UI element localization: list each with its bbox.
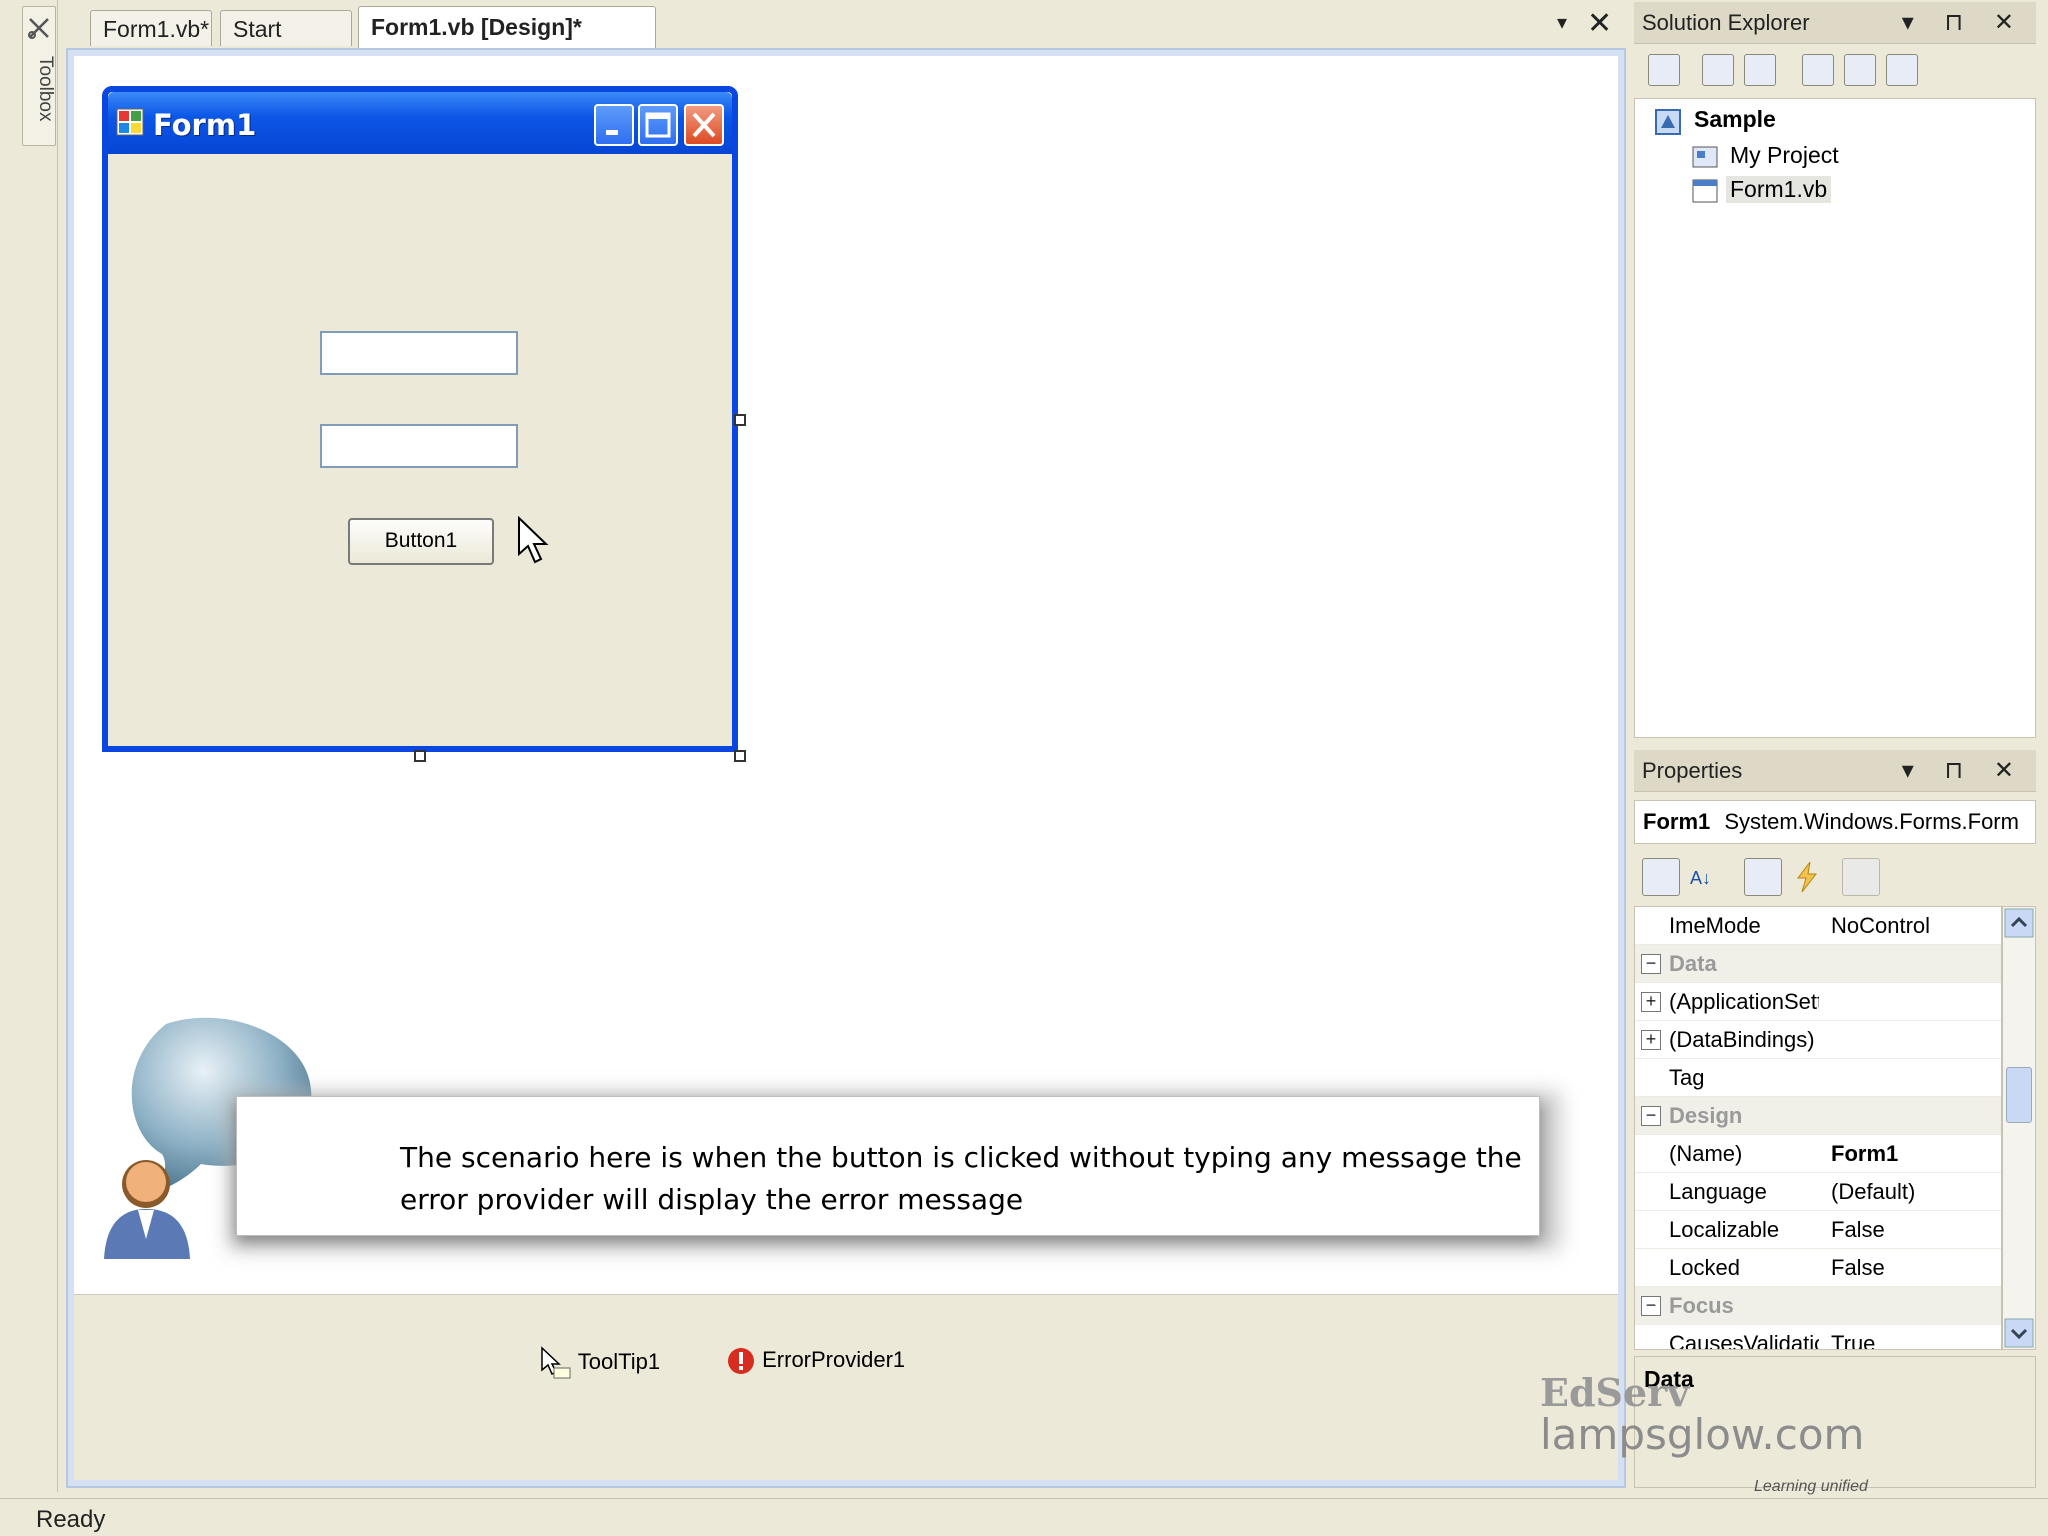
my-project-icon bbox=[1692, 146, 1718, 168]
minimize-icon bbox=[606, 130, 618, 135]
close-icon bbox=[692, 112, 716, 138]
status-bar bbox=[0, 1498, 2048, 1536]
tray-errorprovider1[interactable]: ErrorProvider1 bbox=[726, 1346, 905, 1376]
properties-object-type: System.Windows.Forms.Form bbox=[1724, 809, 2019, 834]
properties-title: Properties bbox=[1642, 758, 1743, 783]
resize-handle-corner[interactable] bbox=[734, 750, 746, 762]
property-grid-scrollbar[interactable] bbox=[2002, 906, 2036, 1350]
tab-close-icon[interactable]: ✕ bbox=[1587, 6, 1612, 41]
collapse-icon[interactable]: − bbox=[1641, 954, 1661, 974]
prop-category-design[interactable]: − Design bbox=[1635, 1097, 2001, 1135]
solution-explorer-header[interactable]: Solution Explorer ▾ ⊓ ✕ bbox=[1634, 2, 2036, 44]
prop-category-data[interactable]: − Data bbox=[1635, 945, 2001, 983]
prop-row-imemode[interactable]: ImeMode NoControl bbox=[1635, 907, 2001, 945]
properties-object-name: Form1 bbox=[1643, 809, 1711, 834]
collapse-icon[interactable]: − bbox=[1641, 1296, 1661, 1316]
maximize-button[interactable] bbox=[638, 104, 678, 146]
prop-category-focus[interactable]: − Focus bbox=[1635, 1287, 2001, 1325]
expand-icon[interactable]: + bbox=[1641, 992, 1661, 1012]
svg-text:A↓: A↓ bbox=[1690, 868, 1711, 888]
watermark-edserv: EdServ bbox=[1540, 1370, 1690, 1415]
tooltip1-label: ToolTip1 bbox=[577, 1348, 661, 1374]
properties-header[interactable]: Properties ▾ ⊓ ✕ bbox=[1634, 750, 2036, 792]
maximize-icon bbox=[645, 112, 671, 138]
form-file-icon bbox=[1692, 179, 1718, 203]
errorprovider1-label: ErrorProvider1 bbox=[762, 1346, 906, 1372]
refresh-icon[interactable] bbox=[1744, 54, 1776, 86]
toolbox-icon bbox=[28, 18, 49, 39]
prop-row-causesvalidation[interactable]: CausesValidation True bbox=[1635, 1325, 2001, 1349]
tree-item-sample[interactable]: Sample bbox=[1694, 106, 1776, 133]
properties-window-buttons[interactable]: ▾ ⊓ ✕ bbox=[1902, 750, 2026, 792]
properties-view-icon[interactable] bbox=[1744, 858, 1782, 896]
textbox-2[interactable] bbox=[320, 424, 518, 468]
solution-icon bbox=[1655, 109, 1681, 135]
solution-explorer-title: Solution Explorer bbox=[1642, 10, 1810, 35]
resize-handle-bottom[interactable] bbox=[414, 750, 426, 762]
property-grid: ImeMode NoControl − Data + (ApplicationS… bbox=[1634, 906, 2002, 1350]
tab-dropdown-icon[interactable]: ▾ bbox=[1557, 10, 1567, 35]
prop-row-applicationsettings[interactable]: + (ApplicationSetti bbox=[1635, 983, 2001, 1021]
watermark-lampsglow: lampsglow.com bbox=[1540, 1410, 1865, 1459]
scroll-up-icon[interactable] bbox=[2003, 907, 2035, 939]
watermark-tagline: Learning unified bbox=[1754, 1478, 1868, 1495]
prop-row-locked[interactable]: Locked False bbox=[1635, 1249, 2001, 1287]
resize-handle-right[interactable] bbox=[734, 414, 746, 426]
categorized-icon[interactable] bbox=[1642, 858, 1680, 896]
prop-row-tag[interactable]: Tag bbox=[1635, 1059, 2001, 1097]
form-icon bbox=[116, 108, 144, 136]
tab-start-page[interactable]: Start Page bbox=[220, 10, 352, 78]
solution-explorer-toolbar bbox=[1634, 44, 2036, 98]
tab-form1-code[interactable]: Form1.vb* bbox=[90, 10, 212, 46]
error-icon bbox=[728, 1348, 754, 1374]
properties-icon[interactable] bbox=[1648, 54, 1680, 86]
tree-item-form1[interactable]: Form1.vb bbox=[1726, 176, 1832, 203]
properties-object-selector[interactable]: Form1 System.Windows.Forms.Form bbox=[1634, 800, 2036, 844]
prop-row-localizable[interactable]: Localizable False bbox=[1635, 1211, 2001, 1249]
tooltip-icon bbox=[541, 1346, 571, 1379]
scroll-thumb[interactable] bbox=[2006, 1067, 2032, 1123]
scroll-down-icon[interactable] bbox=[2003, 1317, 2035, 1349]
callout-text: The scenario here is when the button is … bbox=[400, 1141, 1522, 1216]
solution-explorer-window-buttons[interactable]: ▾ ⊓ ✕ bbox=[1902, 2, 2026, 44]
collapse-icon[interactable]: − bbox=[1641, 1106, 1661, 1126]
events-icon[interactable] bbox=[1788, 858, 1826, 896]
prop-row-name[interactable]: (Name) Form1 bbox=[1635, 1135, 2001, 1173]
tray-tooltip1[interactable]: ToolTip1 bbox=[538, 1346, 660, 1380]
status-text: Ready bbox=[36, 1506, 106, 1533]
show-all-files-icon[interactable] bbox=[1702, 54, 1734, 86]
tree-item-my-project[interactable]: My Project bbox=[1730, 142, 1839, 169]
view-code-icon[interactable] bbox=[1802, 54, 1834, 86]
textbox-1[interactable] bbox=[320, 331, 518, 375]
toolbox-label: Toolbox bbox=[35, 56, 56, 122]
document-tabstrip: Form1.vb* Start Page Form1.vb [Design]* bbox=[60, 0, 1620, 78]
class-diagram-icon[interactable] bbox=[1886, 54, 1918, 86]
close-button[interactable] bbox=[684, 104, 724, 146]
prop-row-databindings[interactable]: + (DataBindings) bbox=[1635, 1021, 2001, 1059]
component-tray[interactable] bbox=[74, 1294, 1618, 1480]
toolbox-strip bbox=[20, 0, 58, 1492]
properties-toolbar: A↓ bbox=[1634, 846, 2036, 904]
property-pages-icon[interactable] bbox=[1842, 858, 1880, 896]
prop-row-language[interactable]: Language (Default) bbox=[1635, 1173, 2001, 1211]
form1-title: Form1 bbox=[153, 108, 257, 142]
form1-window[interactable] bbox=[102, 86, 738, 752]
tab-form1-design[interactable]: Form1.vb [Design]* bbox=[358, 6, 656, 48]
expand-icon[interactable]: + bbox=[1641, 1030, 1661, 1050]
mouse-cursor-icon bbox=[518, 516, 549, 564]
button1[interactable]: Button1 bbox=[348, 518, 494, 565]
minimize-button[interactable] bbox=[594, 104, 634, 146]
view-designer-icon[interactable] bbox=[1844, 54, 1876, 86]
alphabetical-icon[interactable]: A↓ bbox=[1686, 858, 1724, 896]
